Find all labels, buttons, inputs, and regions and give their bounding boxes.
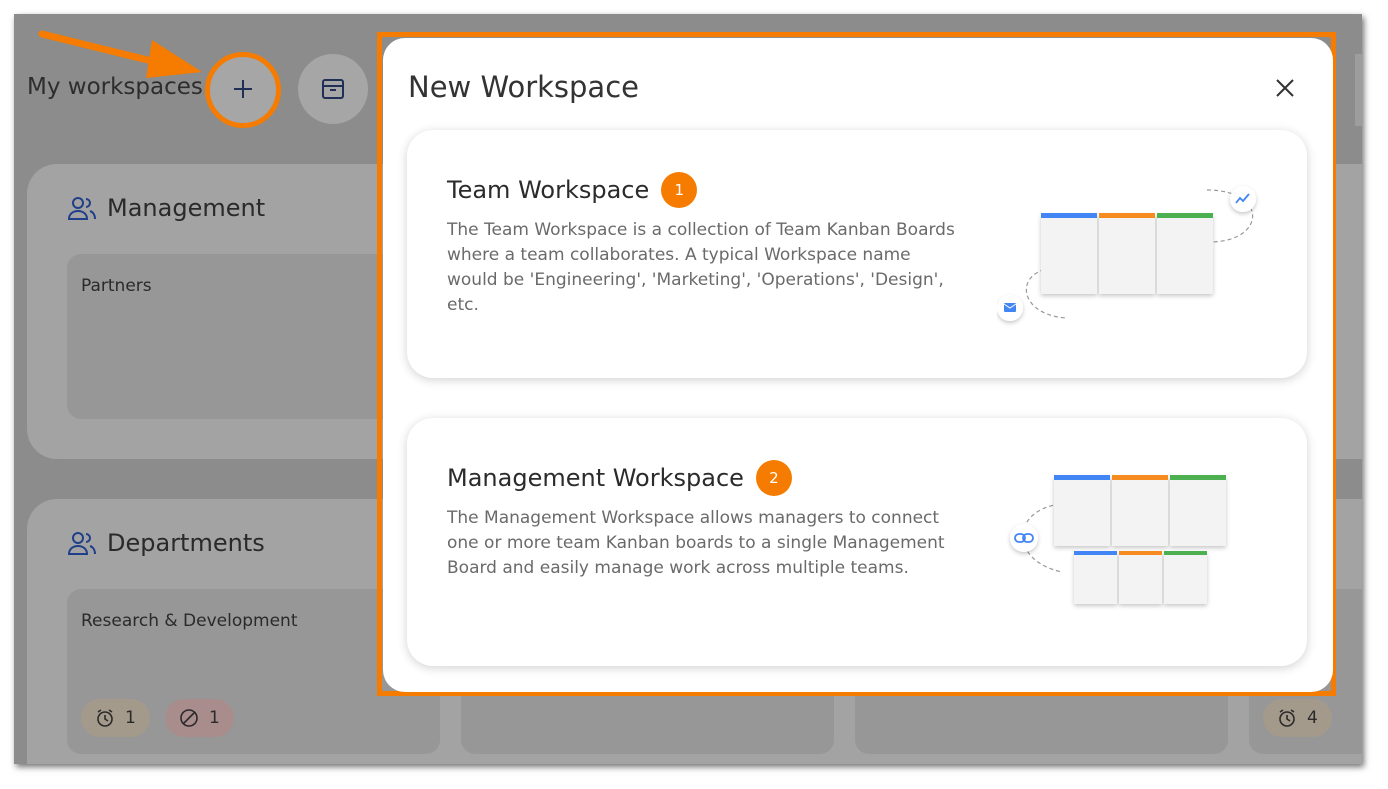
trend-chart-icon: [1230, 186, 1256, 212]
team-board-illustration: [997, 186, 1256, 321]
people-icon: [67, 532, 96, 555]
archive-button[interactable]: [298, 54, 368, 124]
blocked-count: 1: [209, 708, 220, 728]
envelope-icon: [997, 295, 1023, 321]
overdue-badge: 4: [1263, 699, 1332, 737]
option-title: Management Workspace 2: [447, 460, 792, 496]
option-title-text: Management Workspace: [447, 464, 744, 492]
close-icon: [1276, 79, 1294, 97]
management-workspace-option[interactable]: Management Workspace 2 The Management Wo…: [407, 418, 1307, 666]
blocked-icon: [180, 709, 198, 727]
workspace-name: Management: [107, 194, 266, 222]
overdue-badge: 1: [81, 699, 150, 737]
workspace-title: Departments: [67, 529, 265, 557]
workspace-name: Departments: [107, 529, 265, 557]
page-title: My workspaces: [27, 74, 203, 100]
board-name: Research & Development: [81, 611, 298, 631]
dialog-title: New Workspace: [408, 70, 639, 104]
management-board-illustration: [1010, 475, 1226, 604]
option-title-text: Team Workspace: [447, 176, 650, 204]
option-description: The Team Workspace is a collection of Te…: [447, 220, 955, 315]
link-icon: [1010, 524, 1038, 552]
step-badge: 2: [755, 460, 792, 496]
people-icon: [67, 197, 96, 220]
alarm-clock-icon: [1279, 709, 1295, 727]
alarm-clock-icon: [97, 709, 113, 727]
overdue-count: 4: [1307, 708, 1318, 728]
toolbar-edge: [1355, 54, 1362, 126]
workspace-title: Management: [67, 194, 265, 222]
team-workspace-option[interactable]: Team Workspace 1 The Team Workspace is a…: [407, 130, 1307, 378]
blocked-badge: 1: [165, 699, 234, 737]
board-name: Partners: [81, 276, 152, 296]
new-workspace-dialog: New Workspace Team Workspace 1 The Team …: [383, 38, 1333, 692]
option-description: The Management Workspace allows managers…: [447, 508, 945, 578]
archive-box-icon: [322, 79, 344, 99]
close-button[interactable]: [1271, 74, 1299, 102]
highlight-ring: [205, 52, 281, 128]
overdue-count: 1: [125, 708, 136, 728]
step-badge: 1: [661, 172, 698, 208]
option-title: Team Workspace 1: [447, 172, 698, 208]
